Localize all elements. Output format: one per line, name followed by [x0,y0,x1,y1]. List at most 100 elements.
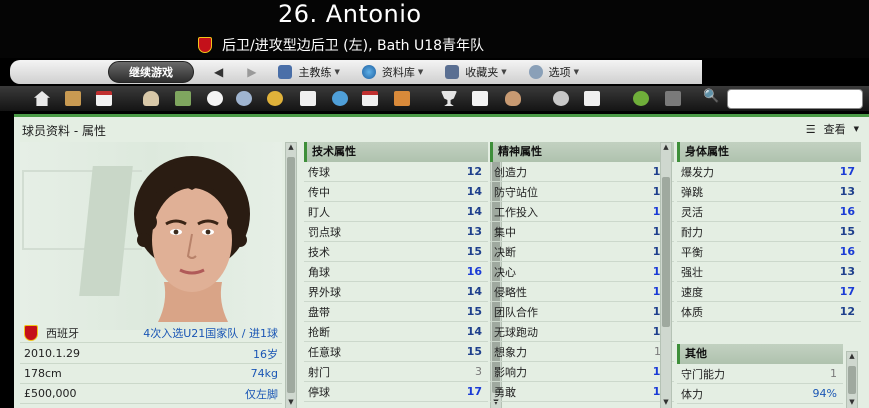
physical-attribute-name: 爆发力 [681,165,714,179]
transfers-icon[interactable] [394,91,410,106]
height-weight-row: 178cm 74kg [20,364,282,384]
scroll-thumb[interactable] [287,157,295,393]
scroll-up-icon[interactable]: ▲ [847,352,857,364]
technical-attribute-value: 3 [475,365,482,378]
physical-attribute-value: 16 [839,245,855,258]
trophy-icon[interactable] [441,91,457,106]
player-title: 26. Antonio [278,0,422,28]
scroll-down-icon[interactable]: ▼ [286,398,296,408]
mental-attribute-row: 防守站位14 [490,182,674,202]
physical-attributes: 身体属性 爆发力 17 弹跳 13 灵活 16 耐力 15 平衡 16 强壮 13 速度 17 体质 12 [677,142,861,322]
physical-attribute-name: 强壮 [681,265,703,279]
technical-attribute-name: 角球 [308,265,330,279]
technical-attribute-row: 技术 15 [304,242,488,262]
physical-attribute-value: 17 [839,165,855,178]
technical-attribute-row: 角球 16 [304,262,488,282]
international-caps-link[interactable]: 4次入选U21国家队 / 进1球 [143,325,278,341]
mental-attribute-name: 决断 [494,245,516,259]
calendar-icon[interactable] [96,91,112,106]
menu-database[interactable]: 资料库 ▼ [361,64,423,80]
technical-attribute-row: 界外球 14 [304,282,488,302]
forward-arrow-icon[interactable]: ▶ [247,65,256,79]
unknown-icon[interactable] [665,91,681,106]
physical-attribute-name: 耐力 [681,225,703,239]
technical-attribute-name: 罚点球 [308,225,341,239]
training-ball-icon[interactable] [207,91,223,106]
technical-attribute-name: 任意球 [308,345,341,359]
technical-attribute-name: 传球 [308,165,330,179]
other-attribute-value: 94% [812,387,837,400]
chevron-down-icon: ▼ [501,68,507,76]
menu-options-label: 选项 [548,66,571,79]
scroll-thumb[interactable] [662,177,670,327]
other-attribute-row: 体力 94% [677,384,843,404]
help-icon[interactable] [633,91,649,106]
physical-attribute-row: 速度 17 [677,282,861,302]
scroll-up-icon[interactable]: ▲ [286,143,296,155]
mental-attribute-name: 团队合作 [494,305,538,319]
finances-icon[interactable] [267,91,283,106]
scroll-up-icon[interactable]: ▲ [661,143,671,155]
scrollbar-mid-right[interactable]: ▲ ▼ [660,142,672,408]
chevron-down-icon: ▼ [853,125,859,133]
menu-database-label: 资料库 [381,66,415,79]
technical-attribute-row: 停球 17 [304,382,488,402]
club-crest-icon [198,37,212,53]
fixtures-icon[interactable] [362,91,378,106]
technical-attribute-value: 15 [466,305,482,318]
news-icon[interactable] [300,91,316,106]
mental-attribute-row: 创造力13 [490,162,674,182]
search-player-icon[interactable] [553,91,569,106]
technical-attribute-value: 16 [466,265,482,278]
mental-attribute-row: 集中13 [490,222,674,242]
player-subtitle: 后卫/进攻型边后卫 (左), Bath U18青年队 [198,35,484,55]
search-input[interactable] [727,89,863,109]
mental-attribute-row: 团队合作15 [490,302,674,322]
home-icon[interactable] [34,91,50,106]
technical-attribute-row: 射门 3 [304,362,488,382]
continue-game-button[interactable]: 继续游戏 [108,61,194,83]
other-attribute-row: 守门能力 1 [677,364,843,384]
physical-attribute-value: 16 [839,205,855,218]
mental-header: 精神属性 [490,142,674,162]
physical-attribute-row: 耐力 15 [677,222,861,242]
technical-attribute-name: 停球 [308,385,330,399]
bookmark-icon [445,65,460,79]
menu-favorites[interactable]: 收藏夹 ▼ [445,64,507,80]
technical-attribute-value: 14 [466,205,482,218]
technical-attributes: 技术属性 传球 12 传中 14 盯人 14 罚点球 13 技术 15 角球 16 界外球 14 盘带 15 抢… [304,142,488,402]
menu-options[interactable]: 选项 ▼ [528,64,580,80]
medical-icon[interactable] [505,91,521,106]
mental-attribute-row: 侵略性17 [490,282,674,302]
back-arrow-icon[interactable]: ◀ [214,65,223,79]
mental-attribute-row: 想象力10 [490,342,674,362]
inbox-icon[interactable] [65,91,81,106]
date-of-birth: 2010.1.29 [24,347,80,360]
tactics-icon[interactable] [175,91,191,106]
world-icon[interactable] [332,91,348,106]
scroll-down-icon[interactable]: ▼ [847,398,857,408]
physical-attribute-name: 弹跳 [681,185,703,199]
player-value: £500,000 [24,387,77,400]
menu-coach[interactable]: 主教练 ▼ [278,64,340,80]
notes-icon[interactable] [584,91,600,106]
physical-attribute-name: 体质 [681,305,703,319]
chevron-down-icon: ▼ [573,68,580,76]
menu-favorites-label: 收藏夹 [465,66,499,79]
preferred-foot: 仅左脚 [245,387,278,401]
technical-attribute-row: 抢断 14 [304,322,488,342]
physical-attribute-name: 速度 [681,285,703,299]
scrollbar-left[interactable]: ▲ ▼ [285,142,297,408]
scrollbar-right[interactable]: ▲ ▼ [846,351,858,408]
search-icon[interactable]: 🔍 [703,89,721,107]
nationality-row: 西班牙 4次入选U21国家队 / 进1球 [20,323,282,343]
view-menu[interactable]: ☰ 查看 ▼ [806,121,859,137]
technical-attribute-value: 14 [466,325,482,338]
scouting-icon[interactable] [236,91,252,106]
physical-attribute-value: 13 [839,185,855,198]
technical-attribute-row: 罚点球 13 [304,222,488,242]
squad-icon[interactable] [143,91,159,106]
scroll-down-icon[interactable]: ▼ [661,398,671,408]
scroll-thumb[interactable] [848,366,856,394]
table-icon[interactable] [472,91,488,106]
